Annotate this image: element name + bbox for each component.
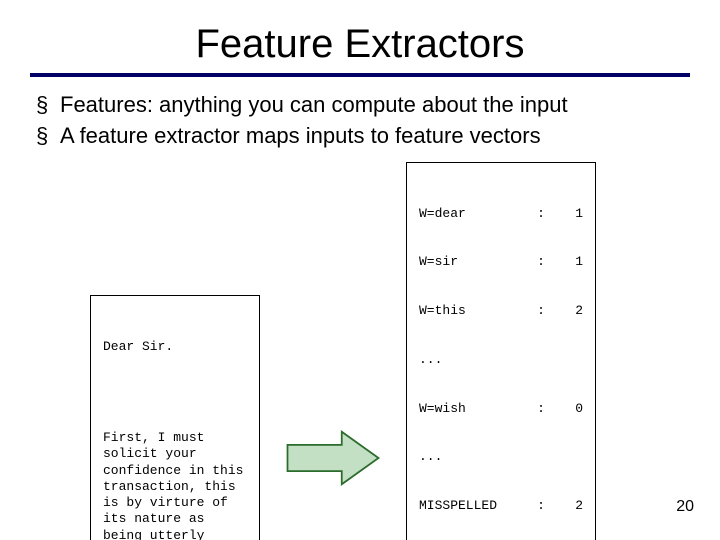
- feature-row: ...: [419, 449, 583, 465]
- spacer: [103, 388, 247, 398]
- email-body: First, I must solicit your confidence in…: [103, 430, 247, 540]
- feature-row: W=sir:1: [419, 254, 583, 270]
- title-rule: [30, 73, 690, 77]
- slide: Feature Extractors Features: anything yo…: [0, 0, 720, 540]
- email-greeting: Dear Sir.: [103, 339, 247, 355]
- diagram-row: Dear Sir. First, I must solicit your con…: [90, 162, 690, 540]
- feature-vector-box: W=dear:1 W=sir:1 W=this:2 ... W=wish:0 .…: [406, 162, 596, 540]
- feature-row: W=dear:1: [419, 206, 583, 222]
- bullet-feature-extractor: A feature extractor maps inputs to featu…: [30, 122, 690, 151]
- feature-row: ...: [419, 352, 583, 368]
- email-text-box: Dear Sir. First, I must solicit your con…: [90, 295, 260, 540]
- feature-row: W=wish:0: [419, 401, 583, 417]
- feature-row: W=this:2: [419, 303, 583, 319]
- arrow-icon: [278, 423, 388, 493]
- page-number: 20: [676, 498, 694, 516]
- slide-title: Feature Extractors: [30, 22, 690, 67]
- bullet-features-def: Features: anything you can compute about…: [30, 91, 690, 120]
- feature-row: MISSPELLED:2: [419, 498, 583, 514]
- top-bullet-list: Features: anything you can compute about…: [30, 91, 690, 150]
